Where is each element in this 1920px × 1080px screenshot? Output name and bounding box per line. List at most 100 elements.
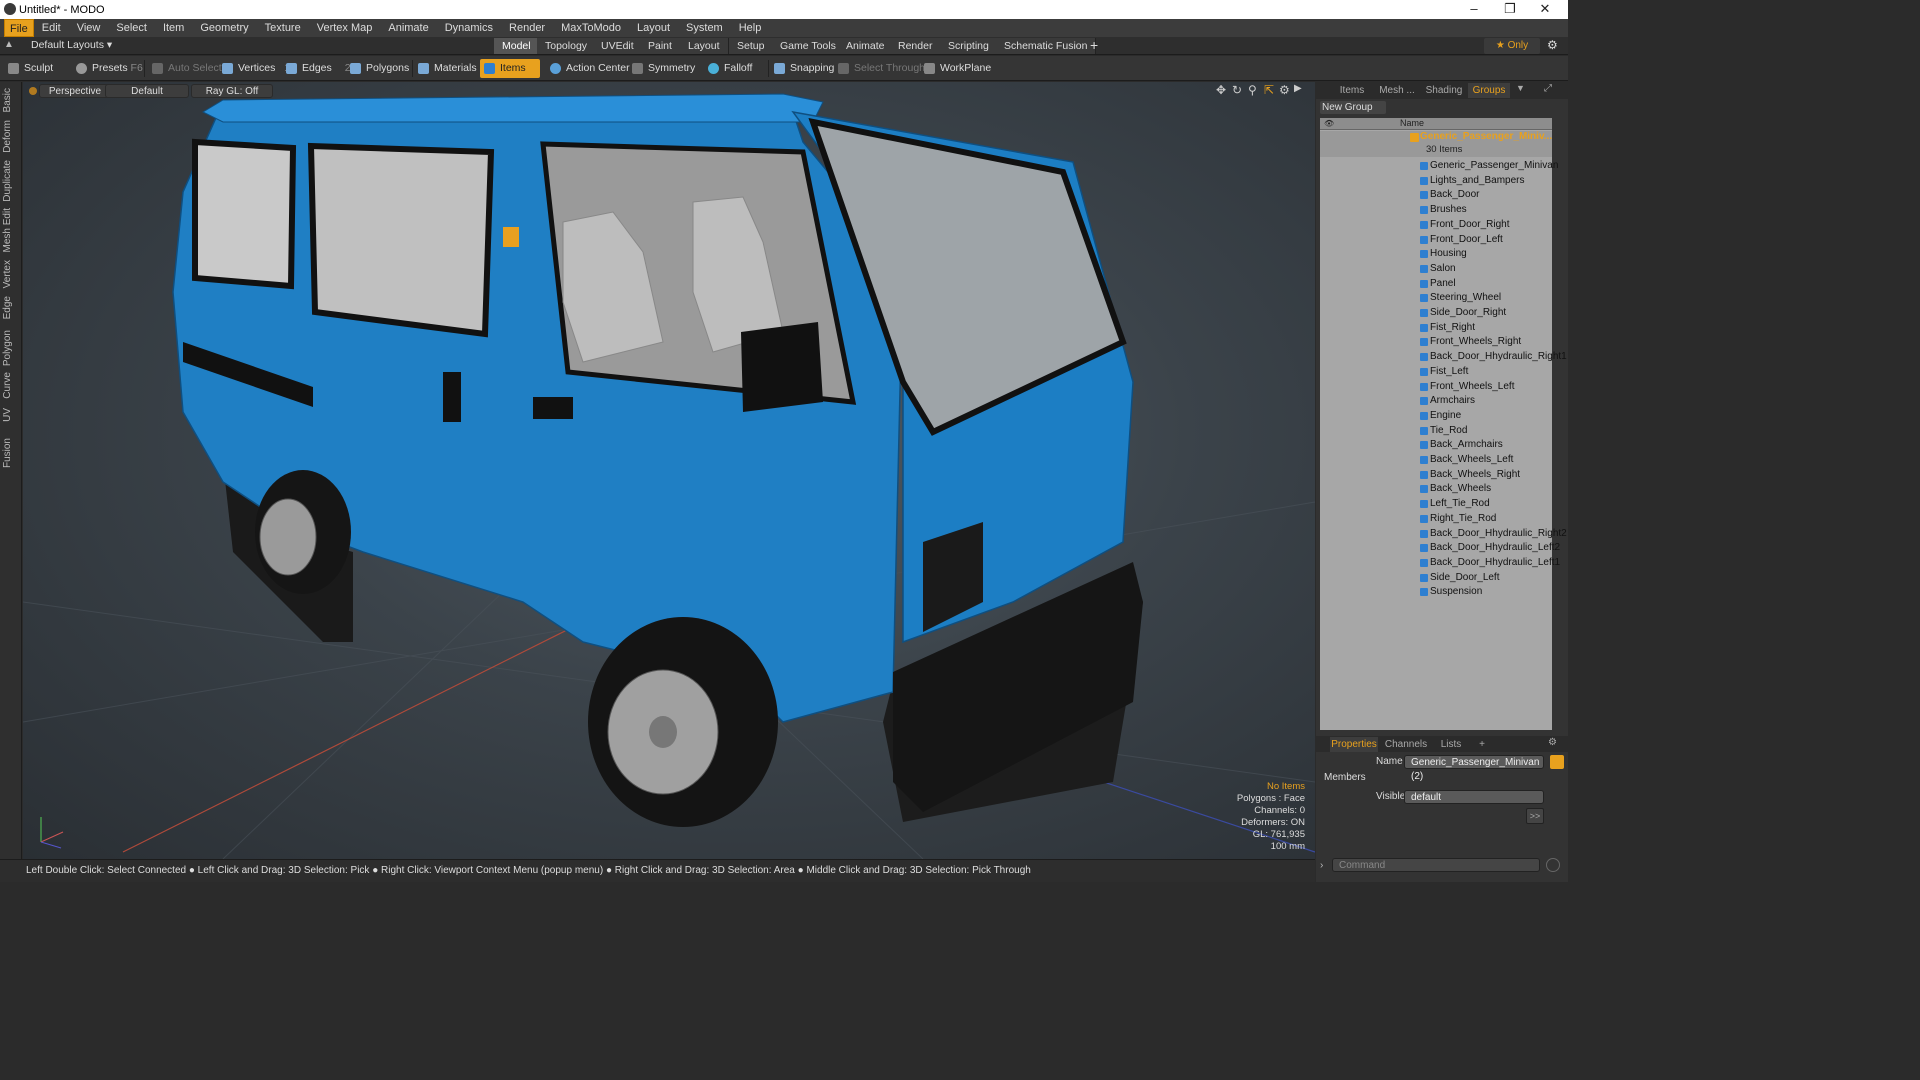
layout-tab-scripting[interactable]: Scripting	[940, 38, 998, 54]
expand-panel-icon[interactable]: ⤢	[1544, 83, 1552, 94]
viewport-menu-icon[interactable]	[29, 87, 37, 95]
layout-tab-topology[interactable]: Topology	[537, 38, 597, 54]
group-member-row[interactable]: Back_Door_Hhydraulic_Left1	[1320, 556, 1560, 571]
symmetry-button[interactable]: Symmetry	[628, 59, 699, 78]
group-member-row[interactable]: Steering_Wheel	[1320, 291, 1552, 306]
tab-shading[interactable]: Shading	[1424, 83, 1464, 98]
add-tab-button[interactable]: +	[1476, 737, 1488, 752]
tab-groups[interactable]: Groups	[1468, 83, 1510, 98]
group-member-row[interactable]: Armchairs	[1320, 394, 1552, 409]
menu-dynamics[interactable]: Dynamics	[437, 19, 501, 37]
items-button[interactable]: Items	[480, 59, 540, 78]
menu-layout[interactable]: Layout	[629, 19, 678, 37]
left-tab-edge[interactable]: Edge	[2, 296, 19, 319]
menu-help[interactable]: Help	[731, 19, 770, 37]
group-member-row[interactable]: Back_Door_Hhydraulic_Right2	[1320, 527, 1567, 542]
layout-tab-animate[interactable]: Animate	[838, 38, 894, 54]
visible-dropdown[interactable]: default	[1404, 790, 1544, 804]
menu-view[interactable]: View	[69, 19, 109, 37]
group-member-row[interactable]: Side_Door_Right	[1320, 306, 1552, 321]
group-member-row[interactable]: Generic_Passenger_Minivan	[1320, 159, 1558, 174]
tab-channels[interactable]: Channels	[1384, 737, 1428, 752]
snapping-button[interactable]: Snapping	[770, 59, 838, 78]
group-member-row[interactable]: Fist_Left	[1320, 365, 1552, 380]
tab-properties[interactable]: Properties	[1330, 737, 1378, 752]
name-field[interactable]: Generic_Passenger_Minivan (2)	[1404, 755, 1544, 782]
sculpt-button[interactable]: Sculpt	[4, 59, 57, 78]
tab-items[interactable]: Items	[1334, 83, 1370, 98]
menu-system[interactable]: System	[678, 19, 731, 37]
menu-geometry[interactable]: Geometry	[192, 19, 256, 37]
group-member-row[interactable]: Side_Door_Left	[1320, 571, 1552, 586]
group-member-row[interactable]: Left_Tie_Rod	[1320, 497, 1552, 512]
menu-vertex-map[interactable]: Vertex Map	[309, 19, 381, 37]
menu-texture[interactable]: Texture	[257, 19, 309, 37]
more-button[interactable]: >>	[1526, 808, 1544, 824]
group-member-row[interactable]: Back_Wheels_Right	[1320, 468, 1552, 483]
group-member-row[interactable]: Suspension	[1320, 585, 1552, 600]
menu-render[interactable]: Render	[501, 19, 553, 37]
left-tab-basic[interactable]: Basic	[2, 88, 19, 112]
materials-button[interactable]: Materials	[414, 59, 481, 78]
command-input[interactable]: Command	[1332, 858, 1540, 872]
zoom-icon[interactable]: ⚲	[1248, 83, 1257, 97]
left-tab-fusion[interactable]: Fusion	[2, 438, 19, 468]
new-group-button[interactable]: New Group	[1320, 101, 1386, 114]
left-tab-deform[interactable]: Deform	[2, 120, 19, 153]
left-tab-uv[interactable]: UV	[2, 408, 19, 422]
menu-item[interactable]: Item	[155, 19, 192, 37]
minivan-model[interactable]	[172, 93, 1143, 827]
menu-animate[interactable]: Animate	[380, 19, 436, 37]
left-tab-duplicate[interactable]: Duplicate	[2, 160, 19, 202]
group-member-row[interactable]: Back_Wheels	[1320, 482, 1552, 497]
members-section[interactable]: Members	[1324, 772, 1366, 783]
left-tab-vertex[interactable]: Vertex	[2, 260, 19, 288]
edges-button[interactable]: Edges 2	[282, 59, 355, 78]
layout-tab-model[interactable]: Model	[494, 38, 540, 54]
polygons-button[interactable]: Polygons	[346, 59, 413, 78]
action-center-button[interactable]: Action Center	[546, 59, 634, 78]
falloff-button[interactable]: Falloff	[704, 59, 756, 78]
layout-menu-icon[interactable]: ▲	[4, 39, 18, 53]
group-member-row[interactable]: Housing	[1320, 247, 1552, 262]
layout-tab-layout[interactable]: Layout	[680, 38, 729, 54]
fit-view-icon[interactable]: ⇱	[1264, 83, 1274, 97]
tab-lists[interactable]: Lists	[1436, 737, 1466, 752]
auto-select-button[interactable]: Auto Select	[148, 59, 226, 78]
group-member-row[interactable]: Front_Wheels_Left	[1320, 380, 1552, 395]
viewport-settings-icon[interactable]: ⚙	[1279, 83, 1290, 97]
group-member-row[interactable]: Panel	[1320, 277, 1552, 292]
group-member-row[interactable]: Salon	[1320, 262, 1552, 277]
shading-dropdown[interactable]: Default	[105, 84, 189, 98]
rotate-icon[interactable]: ↻	[1232, 83, 1242, 97]
menu-maxtomodo[interactable]: MaxToModo	[553, 19, 629, 37]
menu-edit[interactable]: Edit	[34, 19, 69, 37]
group-member-row[interactable]: Lights_and_Bampers	[1320, 174, 1552, 189]
group-row[interactable]: Generic_Passenger_Miniv... 30 Items	[1320, 131, 1552, 157]
select-through-button[interactable]: Select Through	[834, 59, 929, 78]
gear-icon[interactable]: ⚙	[1547, 38, 1558, 52]
name-options-button[interactable]	[1550, 755, 1564, 769]
add-layout-tab-icon[interactable]: +	[1090, 37, 1098, 53]
layout-tab-paint[interactable]: Paint	[640, 38, 681, 54]
group-member-row[interactable]: Back_Armchairs	[1320, 438, 1552, 453]
group-member-row[interactable]: Front_Wheels_Right	[1320, 335, 1552, 350]
menu-file[interactable]: File	[4, 19, 34, 37]
only-toggle[interactable]: ★ Only	[1484, 38, 1540, 54]
group-member-row[interactable]: Front_Door_Left	[1320, 233, 1552, 248]
ray-gl-toggle[interactable]: Ray GL: Off	[191, 84, 273, 98]
presets-button[interactable]: Presets F6	[72, 59, 147, 78]
workplane-button[interactable]: WorkPlane	[920, 59, 995, 78]
group-member-row[interactable]: Front_Door_Right	[1320, 218, 1552, 233]
eye-icon[interactable]: 👁	[1324, 119, 1334, 128]
left-tab-polygon[interactable]: Polygon	[2, 330, 19, 366]
chevron-down-icon[interactable]: ▼	[1516, 83, 1525, 93]
group-member-row[interactable]: Tie_Rod	[1320, 424, 1552, 439]
view-mode-dropdown[interactable]: Perspective	[39, 84, 111, 98]
group-member-row[interactable]: Engine	[1320, 409, 1552, 424]
command-history-icon[interactable]	[1546, 858, 1560, 872]
layout-tab-schematic-fusion[interactable]: Schematic Fusion	[996, 38, 1097, 54]
viewport-expand-icon[interactable]: ▶	[1294, 83, 1302, 94]
group-member-row[interactable]: Back_Door_Hhydraulic_Left2	[1320, 541, 1560, 556]
3d-viewport[interactable]: Perspective Default Ray GL: Off ✥ ↻ ⚲ ⇱ …	[23, 82, 1315, 859]
